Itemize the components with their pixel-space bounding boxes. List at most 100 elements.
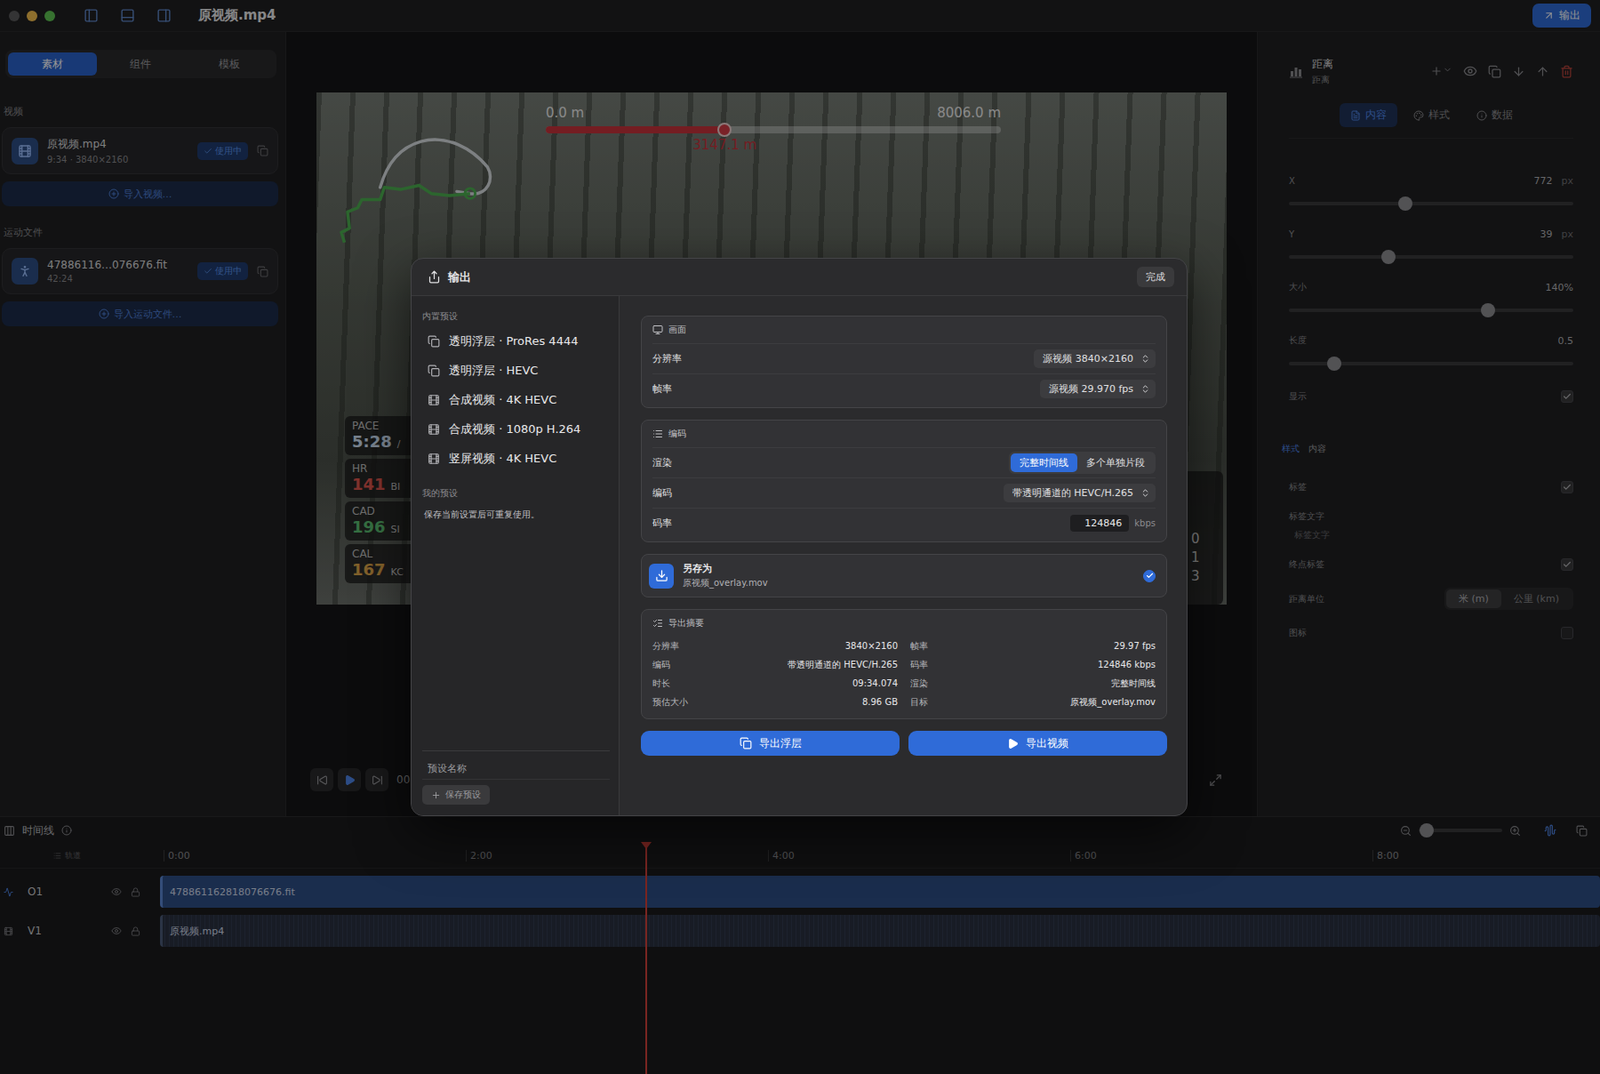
select-box[interactable]: 源视频 3840×2160: [1033, 349, 1156, 368]
preset-icon-box: [427, 364, 440, 377]
my-presets-heading: 我的预设: [422, 487, 610, 500]
done-button[interactable]: 完成: [1136, 266, 1175, 288]
dialog-content: 内置预设透明浮层 · ProRes 4444透明浮层 · HEVC合成视频 · …: [411, 296, 1187, 816]
save-icon: [655, 568, 669, 583]
preset-item[interactable]: 竖屏视频 · 4K HEVC: [422, 443, 610, 473]
summary-value: 带透明通道的 HEVC/H.265: [787, 658, 898, 672]
save-preset-button[interactable]: 保存预设: [422, 784, 490, 805]
summary-section: 导出摘要分辨率 3840×2160 帧率 29.97 fps 编码 带透明通道的 HEVC…: [640, 608, 1168, 720]
setting-label: 分辨率: [652, 352, 682, 366]
section-title: 导出摘要: [652, 609, 1156, 637]
preset-footer: 保存预设: [422, 750, 610, 805]
film-icon: [427, 423, 440, 436]
summary-value: 原视频_overlay.mov: [1070, 696, 1156, 709]
summary-item: 渲染 完整时间线: [910, 673, 1156, 693]
chevrons-icon: [1140, 384, 1151, 394]
check-icon: [1145, 571, 1154, 580]
picture-section: 画面分辨率 源视频 3840×2160 帧率 源视频 29.970 fps: [640, 315, 1168, 408]
my-presets-hint: 保存当前设置后可重复使用。: [422, 508, 610, 521]
summary-label: 渲染: [910, 677, 928, 690]
summary-item: 预估大小 8.96 GB: [652, 692, 898, 712]
setting-label: 码率: [652, 516, 672, 530]
export-dialog: 输出完成内置预设透明浮层 · ProRes 4444透明浮层 · HEVC合成视…: [410, 257, 1188, 816]
presets-heading: 内置预设: [422, 310, 610, 323]
summary-value: 完整时间线: [1111, 677, 1156, 690]
section-title: 画面: [652, 316, 1156, 344]
list-icon: [652, 428, 664, 440]
app-window: 原视频.mp4输出素材组件模板视频原视频.mp49:34 · 3840×2160…: [0, 0, 1600, 1074]
summary-value: 09:34.074: [852, 678, 898, 688]
settings-pane: 画面分辨率源视频 3840×2160帧率源视频 29.970 fps编码渲染完整…: [619, 296, 1187, 816]
save-as-row[interactable]: 另存为原视频_overlay.mov: [640, 553, 1168, 598]
bitrate-input[interactable]: 124846: [1070, 514, 1129, 532]
summary-label: 时长: [652, 677, 671, 690]
render-mode-option[interactable]: 完整时间线: [1010, 453, 1078, 472]
summary-value: 124846 kbps: [1097, 659, 1156, 670]
preset-icon-box: [427, 335, 440, 348]
share-icon: [427, 270, 441, 284]
chevrons-icon: [1140, 488, 1151, 498]
summary-item: 帧率 29.97 fps: [910, 636, 1156, 656]
preset-item[interactable]: 透明浮层 · ProRes 4444: [422, 326, 610, 356]
summary-label: 编码: [652, 658, 671, 672]
export-video-button[interactable]: 导出视频: [908, 730, 1168, 756]
preset-item[interactable]: 透明浮层 · HEVC: [422, 355, 610, 385]
film-icon: [427, 393, 440, 407]
save-as-title: 另存为: [682, 561, 1135, 576]
encoding-section: 编码渲染完整时间线多个单独片段编码带透明通道的 HEVC/H.265码率1248…: [640, 419, 1168, 543]
overlay-icon: [427, 364, 440, 377]
summary-value: 8.96 GB: [862, 696, 898, 707]
setting-row: 渲染 完整时间线多个单独片段: [652, 447, 1156, 478]
setting-label: 帧率: [652, 382, 672, 396]
summary-value: 29.97 fps: [1113, 640, 1156, 651]
preset-item[interactable]: 合成视频 · 1080p H.264: [422, 414, 610, 444]
preset-name-input[interactable]: [422, 758, 610, 780]
setting-row: 分辨率 源视频 3840×2160: [652, 343, 1156, 374]
setting-row: 帧率 源视频 29.970 fps: [652, 373, 1156, 404]
preset-pane: 内置预设透明浮层 · ProRes 4444透明浮层 · HEVC合成视频 · …: [411, 296, 620, 816]
setting-row: 码率 124846 kbps: [652, 507, 1156, 538]
preset-icon-box: [427, 452, 440, 465]
export-overlay-button[interactable]: 导出浮层: [640, 730, 900, 756]
save-icon-box: [648, 563, 674, 589]
save-as-file: 原视频_overlay.mov: [682, 576, 1135, 590]
select-box[interactable]: 源视频 29.970 fps: [1040, 379, 1156, 399]
play-icon: [1007, 737, 1019, 750]
summary-value: 3840×2160: [845, 640, 898, 651]
summary-item: 分辨率 3840×2160: [652, 636, 898, 656]
summary-label: 分辨率: [652, 640, 680, 653]
overlay-icon: [739, 736, 752, 750]
export-buttons: 导出浮层导出视频: [640, 730, 1168, 756]
setting-label: 编码: [652, 486, 672, 500]
summary-label: 预估大小: [652, 696, 688, 709]
save-as-text: 另存为原视频_overlay.mov: [682, 561, 1135, 590]
film-icon: [427, 452, 440, 465]
summary-label: 帧率: [910, 640, 928, 653]
summary-item: 目标 原视频_overlay.mov: [910, 692, 1156, 712]
preset-item[interactable]: 合成视频 · 4K HEVC: [422, 384, 610, 415]
dialog-header: 输出 完成: [411, 258, 1187, 296]
summary-item: 码率 124846 kbps: [910, 655, 1156, 674]
chevrons-icon: [1140, 353, 1151, 364]
monitor-icon: [652, 324, 664, 336]
render-mode-option[interactable]: 多个单独片段: [1077, 453, 1154, 472]
select-box[interactable]: 带透明通道的 HEVC/H.265: [1003, 483, 1156, 503]
summary-item: 时长 09:34.074: [652, 673, 898, 693]
summary-label: 目标: [910, 696, 928, 709]
bitrate-unit: kbps: [1134, 518, 1156, 528]
section-title: 编码: [652, 420, 1156, 448]
overlay-icon: [427, 335, 440, 348]
render-mode-toggle: 完整时间线多个单独片段: [1008, 451, 1156, 474]
preset-icon-box: [427, 393, 440, 407]
checklist-icon: [652, 617, 664, 629]
save-as-check[interactable]: [1143, 569, 1156, 583]
summary-label: 码率: [910, 658, 928, 672]
bitrate-field: 124846 kbps: [1070, 514, 1156, 532]
setting-label: 渲染: [652, 456, 672, 470]
plus-icon: [431, 790, 441, 800]
preset-icon-box: [427, 423, 440, 436]
summary-item: 编码 带透明通道的 HEVC/H.265: [652, 655, 898, 674]
dialog-title: 输出: [448, 269, 472, 286]
summary-grid: 分辨率 3840×2160 帧率 29.97 fps 编码 带透明通道的 HEVC/H.2…: [652, 636, 1156, 715]
setting-row: 编码 带透明通道的 HEVC/H.265: [652, 477, 1156, 508]
